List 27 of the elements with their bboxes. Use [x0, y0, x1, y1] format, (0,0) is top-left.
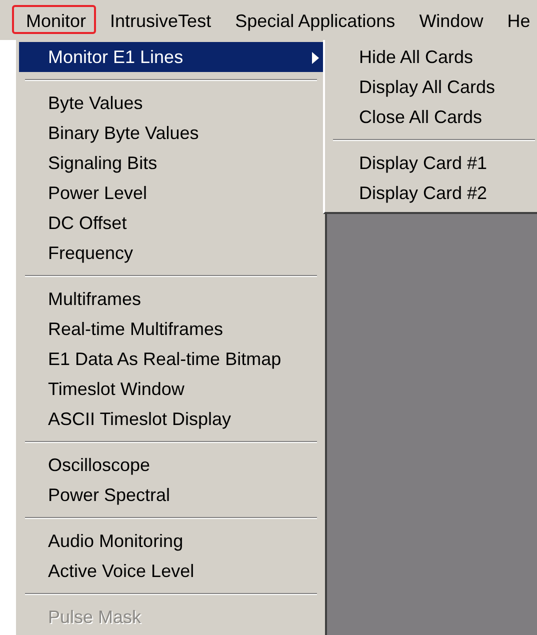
menu-item[interactable]: Display Card #1	[327, 148, 537, 178]
menu-item[interactable]: E1 Data As Real-time Bitmap	[19, 344, 323, 374]
menu-item[interactable]: Power Spectral	[19, 480, 323, 510]
menu-item[interactable]: Monitor E1 Lines	[19, 42, 323, 72]
menu-bar-item[interactable]: He	[493, 5, 537, 34]
menu-item[interactable]: Audio Monitoring	[19, 526, 323, 556]
menu-item[interactable]: Signaling Bits	[19, 148, 323, 178]
menu-item[interactable]: Power Level	[19, 178, 323, 208]
menu-item[interactable]: Hide All Cards	[327, 42, 537, 72]
menu-bar-item[interactable]: Special Applications	[221, 5, 406, 34]
menu-item[interactable]: Real-time Multiframes	[19, 314, 323, 344]
menu-bar-item[interactable]: IntrusiveTest	[96, 5, 222, 34]
menu-item[interactable]: Frequency	[19, 238, 323, 268]
submenu-arrow-icon	[312, 52, 319, 64]
menu-item[interactable]: Active Voice Level	[19, 556, 323, 586]
menu-item[interactable]: Timeslot Window	[19, 374, 323, 404]
menu-item[interactable]: DC Offset	[19, 208, 323, 238]
menu-item[interactable]: ASCII Timeslot Display	[19, 404, 323, 434]
menu-item[interactable]: Display Card #2	[327, 178, 537, 208]
menu-item[interactable]: Multiframes	[19, 284, 323, 314]
menu-item[interactable]: Byte Values	[19, 88, 323, 118]
menu-bar-item[interactable]: Window	[405, 5, 494, 34]
menu-bar-item[interactable]: Monitor	[12, 5, 96, 34]
menu-item[interactable]: Close All Cards	[327, 102, 537, 132]
menu-item[interactable]: Oscilloscope	[19, 450, 323, 480]
menu-item[interactable]: Display All Cards	[327, 72, 537, 102]
menu-item[interactable]: Binary Byte Values	[19, 118, 323, 148]
